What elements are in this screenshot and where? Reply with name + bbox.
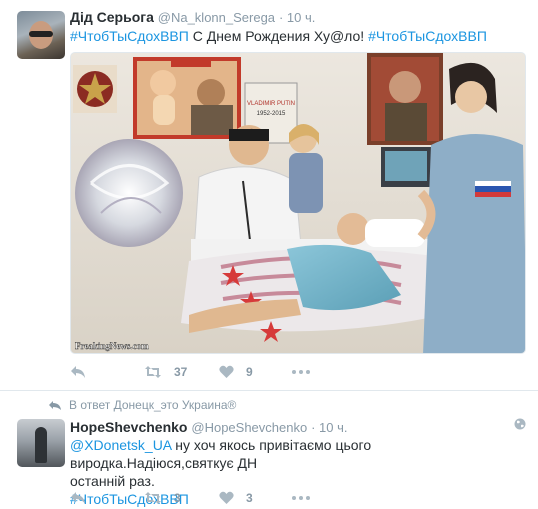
retweet-icon	[145, 492, 161, 504]
more-dots-icon	[292, 496, 310, 500]
author-handle[interactable]: @HopeShevchenko	[191, 420, 307, 435]
heart-icon	[219, 491, 234, 504]
tweet-time[interactable]: · 10 ч.	[279, 10, 315, 25]
reply-arrow-icon	[49, 400, 61, 410]
tweet-1[interactable]: Дід Серьога @Na_klonn_Serega · 10 ч. #Чт…	[0, 0, 538, 391]
retweet-button[interactable]: 37	[144, 364, 219, 380]
author-name[interactable]: Дід Серьога	[70, 9, 154, 25]
tweet-header: HopeShevchenko @HopeShevchenko · 10 ч.	[70, 419, 348, 435]
reply-context-text[interactable]: В ответ Донецк_это Украина®	[69, 398, 236, 412]
like-button[interactable]: 3	[219, 490, 292, 506]
tweet-time[interactable]: · 10 ч.	[311, 420, 347, 435]
like-count: 3	[246, 491, 253, 505]
avatar-figure	[35, 427, 47, 463]
poster-name: VLADIMIR PUTIN	[247, 101, 295, 107]
retweet-icon	[145, 366, 161, 378]
tweet-actions: 3 3	[70, 490, 312, 506]
author-name[interactable]: HopeShevchenko	[70, 419, 187, 435]
hashtag-link[interactable]: #ЧтобТыСдохВВП	[368, 28, 487, 44]
tweet-body: С Днем Рождения Ху@ло!	[188, 28, 369, 44]
retweet-count: 37	[174, 365, 188, 379]
reply-context: В ответ Донецк_это Украина®	[48, 398, 236, 412]
tweet-media-image[interactable]: VLADIMIR PUTIN 1952-2015 FreakingNews.co…	[70, 52, 526, 354]
reply-button[interactable]	[70, 490, 144, 506]
like-count: 9	[246, 365, 253, 379]
more-dots-icon	[292, 370, 310, 374]
reply-icon	[71, 366, 85, 378]
mention-link[interactable]: @XDonetsk_UA	[70, 437, 171, 453]
tweet-body-line2: останній раз.	[70, 473, 155, 489]
heart-icon	[219, 365, 234, 378]
tweet-header: Дід Серьога @Na_klonn_Serega · 10 ч.	[70, 9, 315, 25]
retweet-button[interactable]: 3	[144, 490, 219, 506]
retweet-count: 3	[174, 491, 181, 505]
reply-icon	[71, 492, 85, 504]
globe-icon	[514, 418, 526, 430]
tweet-text: #ЧтобТыСдохВВП С Днем Рождения Ху@ло! #Ч…	[70, 27, 530, 45]
avatar[interactable]	[17, 11, 65, 59]
hashtag-link[interactable]: #ЧтобТыСдохВВП	[70, 28, 189, 44]
author-handle[interactable]: @Na_klonn_Serega	[158, 10, 275, 25]
avatar-glasses	[29, 31, 53, 37]
hospital-scene-illustration: VLADIMIR PUTIN 1952-2015 FreakingNews.co…	[71, 53, 525, 353]
tweet-actions: 37 9	[70, 364, 312, 380]
poster-years: 1952-2015	[257, 111, 286, 117]
watermark: FreakingNews.com	[75, 341, 149, 351]
reply-button[interactable]	[70, 364, 144, 380]
more-button[interactable]	[292, 364, 312, 380]
more-button[interactable]	[292, 490, 312, 506]
tweet-2[interactable]: В ответ Донецк_это Украина® HopeShevchen…	[0, 392, 538, 509]
like-button[interactable]: 9	[219, 364, 292, 380]
avatar[interactable]	[17, 419, 65, 467]
